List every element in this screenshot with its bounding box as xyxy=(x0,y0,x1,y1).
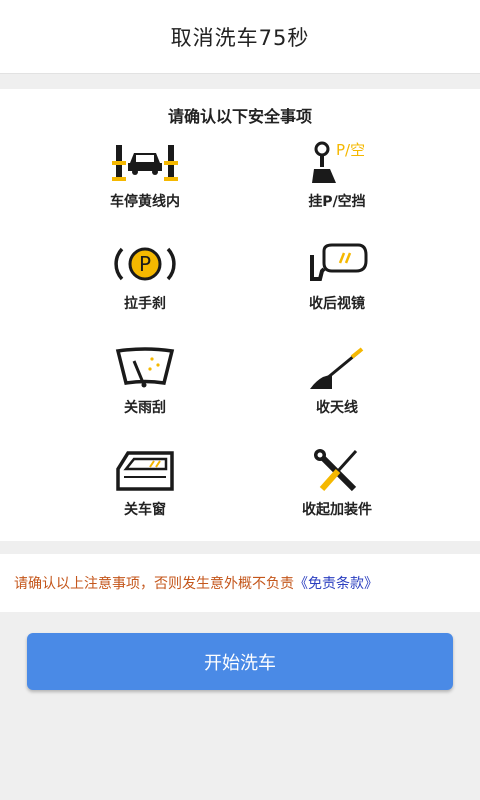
checklist-item-parking-brake: P 拉手刹 xyxy=(70,241,220,313)
car-window-icon xyxy=(116,451,174,491)
antenna-icon xyxy=(310,347,364,389)
checklist-label: 挂P/空挡 xyxy=(308,194,366,210)
checklist-item-antenna: 收天线 xyxy=(262,345,412,417)
checklist-title: 请确认以下安全事项 xyxy=(167,107,312,126)
disclaimer-text: 请确认以上注意事项，否则发生意外概不负责 xyxy=(14,576,294,592)
side-mirror-icon xyxy=(310,243,368,281)
parking-brake-icon: P xyxy=(114,247,176,281)
wiper-icon xyxy=(115,347,175,388)
checklist-item-accessories: 收起加装件 xyxy=(262,447,412,519)
start-wash-button[interactable]: 开始洗车 xyxy=(27,633,453,690)
checklist-label: 收起加装件 xyxy=(302,502,372,518)
checklist-item-car-window: 关车窗 xyxy=(70,447,220,519)
checklist-item-car-in-lines: 车停黄线内 xyxy=(70,139,220,211)
checklist-label: 拉手刹 xyxy=(124,296,166,312)
svg-text:P/空: P/空 xyxy=(336,141,365,159)
svg-text:P: P xyxy=(139,252,151,276)
car-between-lines-icon xyxy=(112,145,178,181)
checklist-label: 收天线 xyxy=(316,400,358,416)
safety-checklist-panel: 请确认以下安全事项 车停黄线内 P/空 挂P/空挡 P 拉手刹 收后视镜 关雨刮… xyxy=(0,89,480,541)
tools-icon xyxy=(314,449,358,492)
checklist-item-gear-park: P/空 挂P/空挡 xyxy=(262,139,412,211)
disclaimer-notice: 请确认以上注意事项，否则发生意外概不负责 《免责条款》 xyxy=(0,554,480,612)
cancel-countdown-title[interactable]: 取消洗车75秒 xyxy=(171,22,310,52)
top-bar: 取消洗车75秒 xyxy=(0,0,480,74)
checklist-label: 车停黄线内 xyxy=(110,194,180,210)
checklist-label: 关雨刮 xyxy=(124,400,166,416)
checklist-label: 关车窗 xyxy=(124,502,166,518)
checklist-item-side-mirror: 收后视镜 xyxy=(262,241,412,313)
checklist-label: 收后视镜 xyxy=(309,296,365,312)
gear-shift-icon: P/空 xyxy=(312,141,365,183)
disclaimer-terms-link[interactable]: 《免责条款》 xyxy=(294,573,378,593)
checklist-item-wiper: 关雨刮 xyxy=(70,345,220,417)
